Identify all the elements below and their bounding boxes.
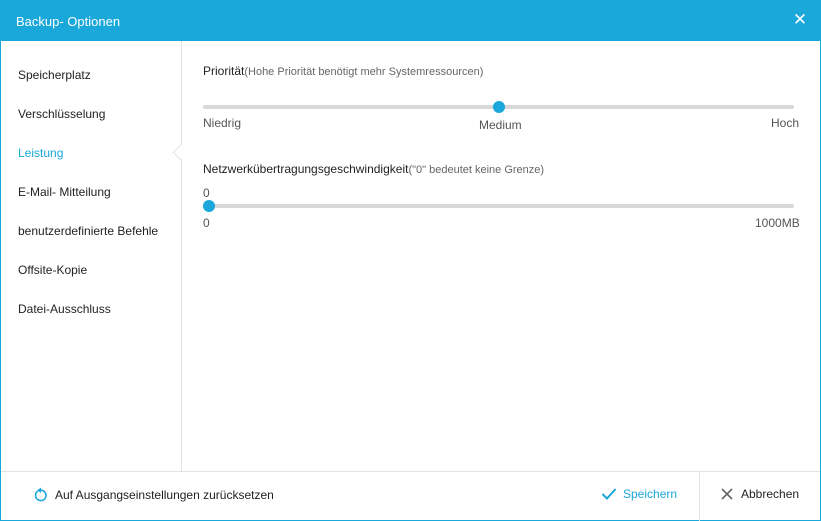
footer-divider bbox=[699, 472, 700, 521]
save-button[interactable]: Speichern bbox=[601, 487, 677, 501]
save-label: Speichern bbox=[623, 487, 678, 501]
network-label: Netzwerkübertragungsgeschwindigkeit bbox=[203, 162, 409, 176]
cancel-button[interactable]: Abbrechen bbox=[721, 487, 799, 501]
priority-heading: Priorität(Hohe Priorität benötigt mehr S… bbox=[203, 64, 483, 78]
sidebar: Speicherplatz Verschlüsselung Leistung E… bbox=[1, 41, 181, 471]
network-slider-thumb[interactable] bbox=[203, 200, 215, 212]
sidebar-item-speicherplatz[interactable]: Speicherplatz bbox=[18, 68, 91, 82]
close-icon[interactable]: ✕ bbox=[790, 10, 810, 30]
priority-mid-label: Medium bbox=[479, 118, 522, 132]
priority-slider-thumb[interactable] bbox=[492, 101, 505, 113]
network-max-label: 1000MB bbox=[755, 216, 800, 230]
cancel-label: Abbrechen bbox=[741, 487, 800, 501]
sidebar-item-email-mitteilung[interactable]: E-Mail- Mitteilung bbox=[18, 185, 111, 199]
cancel-x-icon bbox=[721, 488, 733, 500]
title-bar: Backup- Optionen ✕ bbox=[1, 1, 820, 41]
sidebar-item-benutzerdefinierte-befehle[interactable]: benutzerdefinierte Befehle bbox=[18, 224, 158, 238]
dialog-title: Backup- Optionen bbox=[16, 14, 121, 29]
priority-hint: (Hohe Priorität benötigt mehr Systemress… bbox=[244, 66, 484, 78]
network-current-value: 0 bbox=[203, 186, 210, 200]
sidebar-item-leistung[interactable]: Leistung bbox=[18, 146, 63, 160]
priority-min-label: Niedrig bbox=[203, 116, 242, 130]
sidebar-item-verschluesselung[interactable]: Verschlüsselung bbox=[18, 107, 105, 121]
network-slider-track[interactable] bbox=[203, 204, 794, 208]
reset-icon bbox=[34, 487, 47, 502]
network-hint: ("0" bedeutet keine Grenze) bbox=[408, 164, 545, 176]
network-min-label: 0 bbox=[203, 216, 210, 230]
priority-max-label: Hoch bbox=[771, 116, 800, 130]
reset-defaults-button[interactable]: Auf Ausgangseinstellungen zurücksetzen bbox=[34, 487, 274, 503]
footer: Auf Ausgangseinstellungen zurücksetzen S… bbox=[1, 471, 820, 521]
priority-label: Priorität bbox=[203, 64, 245, 78]
checkmark-icon bbox=[601, 488, 617, 500]
backup-options-dialog: Backup- Optionen ✕ Speicherplatz Verschl… bbox=[0, 0, 821, 521]
network-heading: Netzwerkübertragungsgeschwindigkeit("0" … bbox=[203, 162, 544, 176]
performance-panel: Priorität(Hohe Priorität benötigt mehr S… bbox=[182, 41, 820, 471]
sidebar-item-datei-ausschluss[interactable]: Datei-Ausschluss bbox=[18, 302, 111, 316]
reset-defaults-label: Auf Ausgangseinstellungen zurücksetzen bbox=[55, 488, 274, 502]
sidebar-item-offsite-kopie[interactable]: Offsite-Kopie bbox=[18, 263, 87, 277]
